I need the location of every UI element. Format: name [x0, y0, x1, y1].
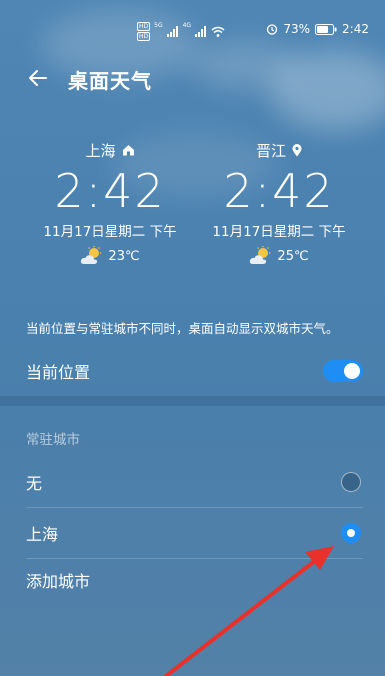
back-arrow-icon[interactable] [26, 66, 50, 90]
partly-cloudy-icon [250, 246, 271, 264]
signal-icon [195, 26, 207, 37]
city-date: 11月17日星期二 下午 [43, 224, 177, 240]
add-city-label: 添加城市 [26, 572, 91, 591]
resident-city-section-title: 常驻城市 [26, 432, 80, 448]
network-type-label: 5G [154, 22, 163, 29]
city-time: 2:42 [54, 164, 166, 218]
resident-city-option[interactable]: 无 [0, 457, 385, 507]
city-temperature: 23℃ [108, 248, 140, 264]
network-type-label: 4G [182, 22, 192, 29]
add-city-row[interactable]: 添加城市 [0, 555, 385, 605]
app-header: 桌面天气 [0, 58, 385, 98]
status-time: 2:42 [342, 22, 369, 36]
wifi-icon [211, 26, 225, 37]
city-name: 晋江 [255, 141, 286, 160]
weather-row: 25℃ [199, 246, 359, 266]
section-divider [0, 396, 385, 406]
city-name: 上海 [85, 141, 116, 160]
weather-row: 23℃ [30, 246, 190, 266]
status-bar: HD HD 5G 4G 73% 2:42 [0, 0, 385, 60]
location-pin-icon [292, 143, 302, 156]
hd-badge: HD [137, 32, 151, 41]
alarm-icon [267, 24, 278, 35]
dual-city-weather-preview: 上海 2:42 11月17日星期二 下午 23℃ 晋江 2:42 11月17日星… [0, 138, 385, 268]
partly-cloudy-icon [81, 246, 102, 264]
toggle-knob [344, 363, 360, 379]
option-label: 无 [26, 474, 43, 493]
city-date: 11月17日星期二 下午 [212, 224, 346, 240]
hd-badge: HD [137, 22, 151, 31]
city-name-row: 上海 [30, 138, 190, 162]
city-weather-card: 晋江 2:42 11月17日星期二 下午 25℃ [199, 138, 359, 266]
city-name-row: 晋江 [199, 138, 359, 162]
option-radio[interactable] [341, 472, 361, 492]
hd-badges: HD HD [137, 22, 151, 41]
option-label: 上海 [26, 525, 59, 544]
current-location-toggle[interactable] [323, 360, 363, 382]
page-title: 桌面天气 [68, 69, 152, 93]
dual-city-description: 当前位置与常驻城市不同时，桌面自动显示双城市天气。 [26, 321, 339, 336]
battery-icon [315, 23, 337, 35]
city-temperature: 25℃ [277, 248, 309, 264]
city-weather-card: 上海 2:42 11月17日星期二 下午 23℃ [30, 138, 190, 266]
status-network-group: HD HD 5G 4G [137, 22, 225, 41]
signal-icon [166, 26, 178, 37]
resident-city-option[interactable]: 上海 [0, 508, 385, 558]
city-time: 2:42 [223, 164, 335, 218]
battery-percent: 73% [283, 22, 311, 36]
option-radio-selected[interactable] [341, 523, 361, 543]
current-location-label: 当前位置 [26, 363, 91, 382]
status-right-group: 73% 2:42 [266, 22, 369, 36]
current-location-row[interactable]: 当前位置 [0, 346, 385, 396]
home-icon [122, 145, 134, 156]
